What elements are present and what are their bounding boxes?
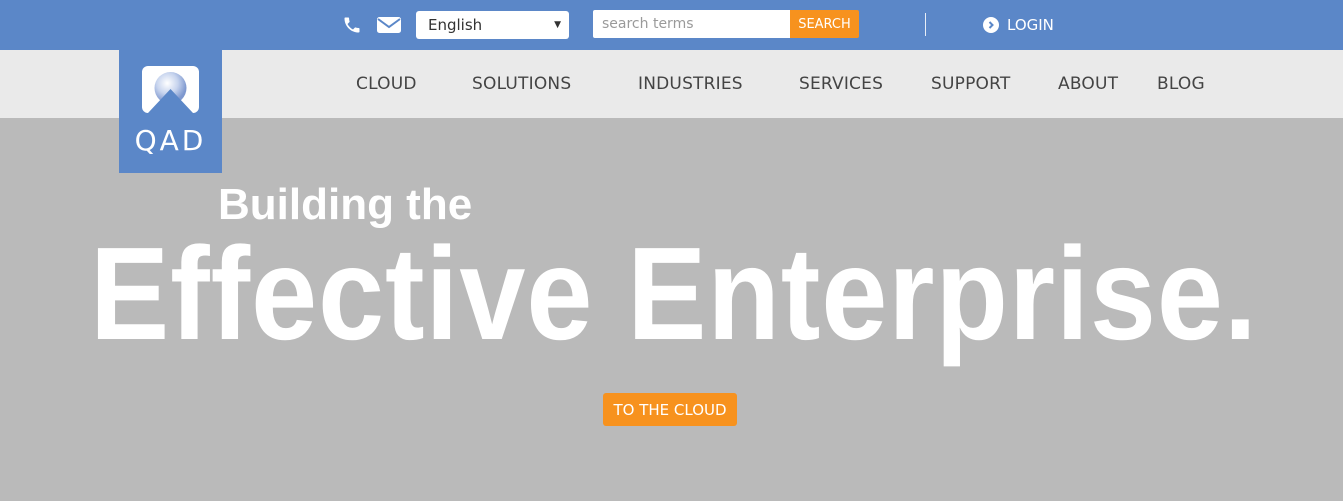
nav-item-about[interactable]: ABOUT — [1058, 74, 1118, 94]
envelope-icon[interactable] — [375, 12, 403, 38]
language-select[interactable]: English ▼ — [416, 11, 569, 39]
search-button[interactable]: SEARCH — [790, 10, 859, 38]
nav-item-cloud[interactable]: CLOUD — [356, 74, 417, 94]
search-input[interactable] — [593, 10, 790, 38]
nav-item-solutions[interactable]: SOLUTIONS — [472, 74, 571, 94]
utility-bar: English ▼ SEARCH LOGIN — [0, 0, 1343, 50]
qad-logo-mark-icon — [142, 66, 199, 113]
login-link[interactable]: LOGIN — [983, 14, 1054, 36]
hero-heading: Effective Enterprise. — [90, 220, 1258, 367]
qad-logo[interactable]: QAD — [119, 50, 222, 173]
language-selected-value: English — [428, 16, 483, 34]
nav-item-support[interactable]: SUPPORT — [931, 74, 1010, 94]
circle-chevron-right-icon — [983, 17, 999, 33]
nav-item-industries[interactable]: INDUSTRIES — [638, 74, 743, 94]
login-label: LOGIN — [1007, 16, 1054, 34]
logo-text: QAD — [134, 124, 207, 157]
caret-down-icon: ▼ — [554, 20, 561, 30]
nav-item-blog[interactable]: BLOG — [1157, 74, 1205, 94]
topbar-divider — [925, 13, 926, 36]
nav-item-services[interactable]: SERVICES — [799, 74, 883, 94]
phone-icon[interactable] — [340, 12, 364, 38]
to-the-cloud-button[interactable]: TO THE CLOUD — [603, 393, 737, 426]
